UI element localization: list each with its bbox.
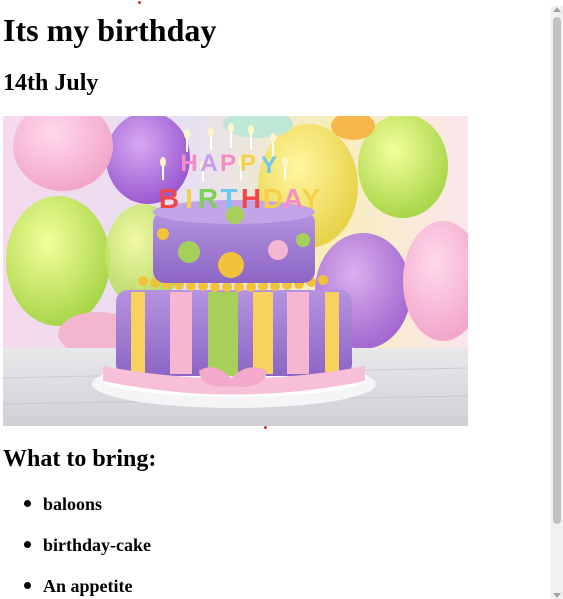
birthday-cake-image: H A P P Y B I R T H D A Y: [3, 116, 468, 426]
svg-text:R: R: [198, 183, 218, 214]
svg-text:A: A: [200, 150, 217, 177]
list-item-label: baloons: [43, 494, 103, 514]
page-content: Its my birthday 14th July H A P P Y B I …: [0, 0, 550, 599]
svg-text:I: I: [185, 183, 193, 214]
list-item: An appetite: [0, 568, 151, 599]
bullet-icon: [24, 541, 31, 548]
svg-text:Y: Y: [302, 183, 321, 214]
browser-viewport: Its my birthday 14th July H A P P Y B I …: [0, 0, 563, 599]
marker-dot: [264, 426, 267, 429]
list-item: birthday-cake: [0, 527, 151, 568]
svg-text:P: P: [220, 150, 236, 177]
list-item-label: An appetite: [43, 576, 133, 596]
page-title: Its my birthday: [3, 12, 217, 48]
scrollbar-thumb[interactable]: [553, 17, 561, 524]
svg-text:Y: Y: [261, 152, 277, 179]
event-date: 14th July: [3, 70, 99, 96]
bullet-icon: [24, 500, 31, 507]
svg-text:T: T: [220, 183, 237, 214]
list-item-label: birthday-cake: [43, 535, 151, 555]
vertical-scrollbar[interactable]: [551, 6, 563, 599]
svg-text:H: H: [241, 183, 261, 214]
scroll-up-icon[interactable]: [553, 7, 561, 12]
svg-text:P: P: [240, 150, 256, 177]
bring-list: baloons birthday-cake An appetite: [0, 486, 151, 599]
svg-text:B: B: [159, 183, 179, 214]
list-item: baloons: [0, 486, 151, 527]
svg-text:A: A: [283, 183, 303, 214]
bring-heading: What to bring:: [3, 446, 157, 472]
svg-text:H: H: [180, 150, 197, 177]
svg-text:D: D: [263, 183, 283, 214]
scroll-down-icon[interactable]: [553, 593, 561, 598]
bullet-icon: [24, 582, 31, 589]
marker-dot: [138, 1, 141, 4]
